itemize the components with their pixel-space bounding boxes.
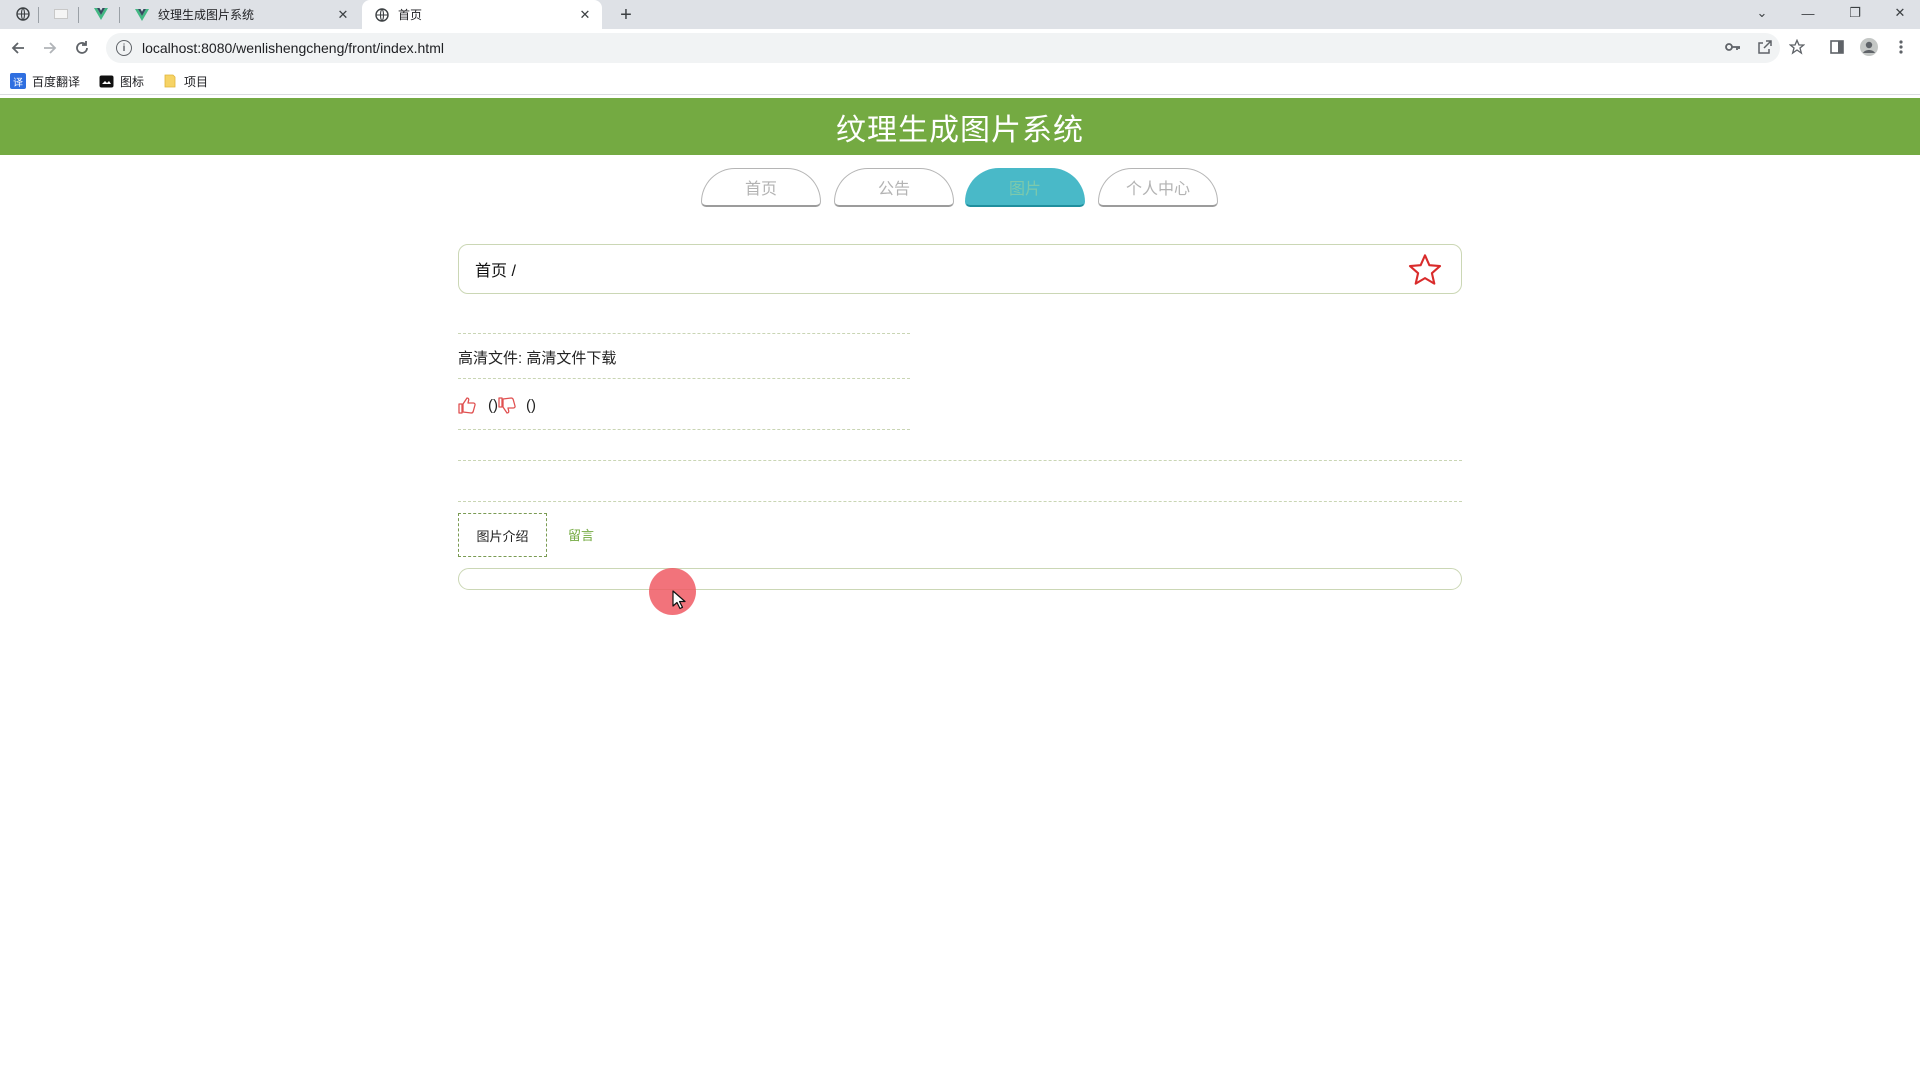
nav-images[interactable]: 图片 — [965, 168, 1085, 207]
vue-icon — [134, 7, 150, 23]
bookmark-star-icon[interactable] — [1786, 36, 1808, 58]
nav-home[interactable]: 首页 — [701, 168, 821, 207]
tab-title: 纹理生成图片系统 — [158, 8, 255, 22]
browser-toolbar: i localhost:8080/wenlishengcheng/front/i… — [0, 29, 1920, 67]
browser-tab-strip: 纹理生成图片系统 ✕ 首页 ✕ + ⌄ — ❐ ✕ — [0, 0, 1920, 29]
tab-texture-system[interactable]: 纹理生成图片系统 ✕ — [122, 0, 360, 29]
folder-icon — [162, 73, 178, 89]
bookmark-label: 图标 — [120, 74, 145, 89]
divider — [458, 429, 910, 430]
mouse-pointer-icon — [672, 590, 686, 610]
divider — [458, 460, 1462, 461]
breadcrumb: 首页 / — [458, 244, 1462, 294]
close-tab-icon[interactable]: ✕ — [334, 6, 352, 24]
bookmarks-bar: 译 百度翻译 图标 项目 — [0, 67, 1920, 95]
nav-announcements[interactable]: 公告 — [834, 168, 954, 207]
reload-button[interactable] — [70, 36, 94, 60]
image-icon — [98, 73, 114, 89]
tab-comments[interactable]: 留言 — [568, 525, 594, 544]
vote-row: () () — [458, 393, 536, 417]
url-text[interactable]: localhost:8080/wenlishengcheng/front/ind… — [142, 40, 444, 56]
close-window-button[interactable]: ✕ — [1887, 2, 1913, 24]
translate-icon: 译 — [10, 73, 26, 89]
back-button[interactable] — [6, 36, 30, 60]
new-tab-button[interactable]: + — [614, 3, 638, 27]
nav-personal-center[interactable]: 个人中心 — [1098, 168, 1218, 207]
bookmark-project[interactable]: 项目 — [162, 72, 208, 90]
dislike-count: () — [526, 396, 536, 414]
minimize-button[interactable]: — — [1795, 2, 1821, 24]
like-count: () — [488, 396, 498, 414]
bookmark-icons[interactable]: 图标 — [98, 72, 144, 90]
thumbs-down-icon[interactable] — [498, 396, 516, 414]
tab-separator — [38, 7, 39, 23]
restore-button[interactable]: ❐ — [1842, 2, 1868, 24]
hd-file-download-link[interactable]: 高清文件下载 — [526, 350, 616, 367]
tab-search-dropdown-icon[interactable]: ⌄ — [1749, 2, 1775, 24]
tab-content-panel — [458, 568, 1462, 590]
blank-page-icon[interactable] — [52, 5, 70, 23]
tab-home[interactable]: 首页 ✕ — [362, 0, 602, 29]
breadcrumb-text[interactable]: 首页 / — [475, 257, 516, 281]
close-tab-icon[interactable]: ✕ — [576, 6, 594, 24]
bookmark-label: 百度翻译 — [32, 74, 81, 89]
globe-icon — [374, 7, 390, 23]
bookmark-baidu-translate[interactable]: 译 百度翻译 — [10, 72, 80, 90]
divider — [458, 333, 910, 334]
address-bar[interactable]: i localhost:8080/wenlishengcheng/front/i… — [106, 33, 1780, 63]
key-icon[interactable] — [1722, 36, 1744, 58]
favorite-star-icon[interactable] — [1407, 252, 1443, 288]
tab-separator — [78, 7, 79, 23]
hd-file-label: 高清文件: — [458, 350, 523, 367]
tab-separator — [119, 7, 120, 23]
site-title: 纹理生成图片系统 — [836, 113, 1084, 147]
site-header: 纹理生成图片系统 — [0, 98, 1920, 155]
globe-icon[interactable] — [14, 5, 32, 23]
thumbs-up-icon[interactable] — [458, 396, 476, 414]
divider — [458, 378, 910, 379]
vue-icon[interactable] — [92, 5, 110, 23]
divider — [458, 501, 1462, 502]
hd-file-row: 高清文件: 高清文件下载 — [458, 347, 616, 368]
tab-title: 首页 — [398, 8, 423, 22]
tab-image-intro[interactable]: 图片介绍 — [458, 513, 547, 557]
profile-avatar-icon[interactable] — [1858, 36, 1880, 58]
side-panel-icon[interactable] — [1826, 36, 1848, 58]
share-icon[interactable] — [1754, 36, 1776, 58]
bookmark-label: 项目 — [184, 74, 209, 89]
forward-button[interactable] — [38, 36, 62, 60]
site-info-icon[interactable]: i — [116, 40, 132, 56]
menu-kebab-icon[interactable] — [1890, 36, 1912, 58]
